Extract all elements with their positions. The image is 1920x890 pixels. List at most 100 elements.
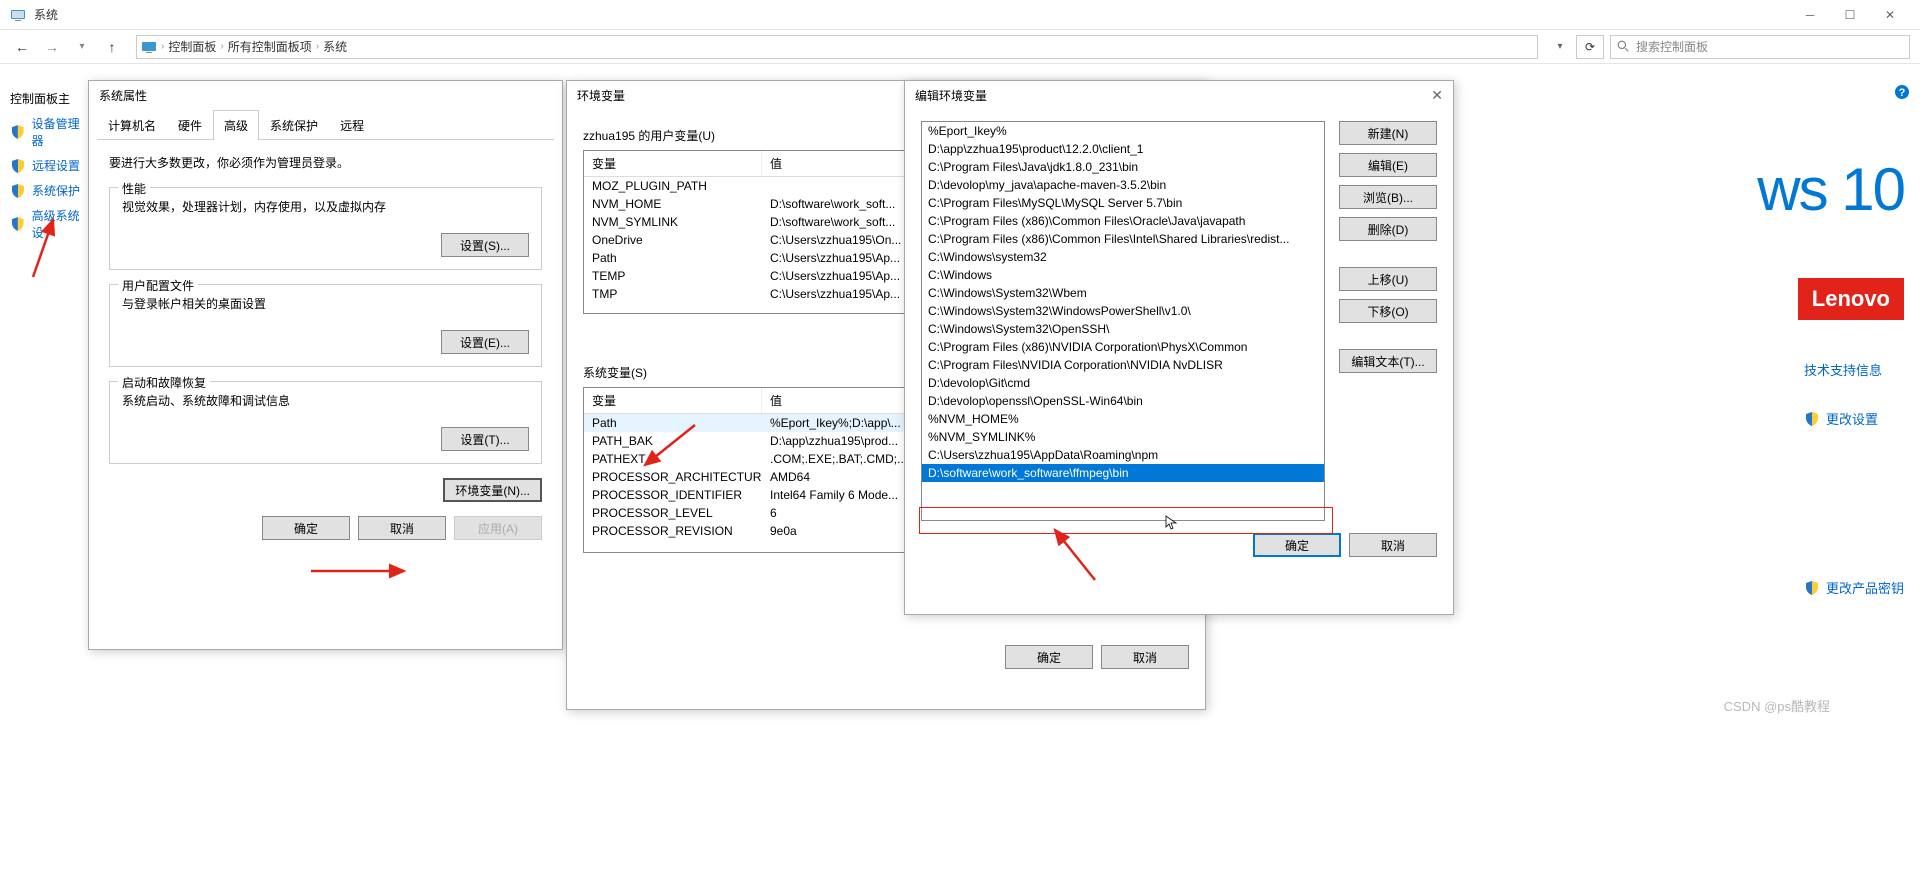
startup-settings-button[interactable]: 设置(T)... xyxy=(441,427,529,451)
list-item[interactable]: C:\Program Files (x86)\NVIDIA Corporatio… xyxy=(922,338,1324,356)
new-button[interactable]: 新建(N) xyxy=(1339,121,1437,145)
group-desc: 系统启动、系统故障和调试信息 xyxy=(122,392,529,409)
col-variable[interactable]: 变量 xyxy=(584,388,762,413)
sidebar-link[interactable]: 远程设置 xyxy=(10,157,90,174)
system-icon xyxy=(10,7,26,23)
search-input[interactable]: 搜索控制面板 xyxy=(1610,35,1910,59)
list-item[interactable]: D:\software\work_software\ffmpeg\bin xyxy=(922,464,1324,482)
sidebar-heading: 控制面板主 xyxy=(10,90,90,107)
edit-button[interactable]: 编辑(E) xyxy=(1339,153,1437,177)
search-placeholder: 搜索控制面板 xyxy=(1636,38,1708,55)
ok-button[interactable]: 确定 xyxy=(262,516,350,540)
link-change-key[interactable]: 更改产品密钥 xyxy=(1826,578,1904,597)
browse-button[interactable]: 浏览(B)... xyxy=(1339,185,1437,209)
search-icon xyxy=(1617,40,1630,53)
edit-text-button[interactable]: 编辑文本(T)... xyxy=(1339,349,1437,373)
env-vars-button[interactable]: 环境变量(N)... xyxy=(443,478,542,502)
user-profile-group: 用户配置文件 与登录帐户相关的桌面设置 设置(E)... xyxy=(109,284,542,367)
list-item[interactable]: C:\Users\zzhua195\AppData\Roaming\npm xyxy=(922,446,1324,464)
breadcrumb-sep: › xyxy=(220,41,223,52)
list-item[interactable]: C:\Program Files\MySQL\MySQL Server 5.7\… xyxy=(922,194,1324,212)
startup-group: 启动和故障恢复 系统启动、系统故障和调试信息 设置(T)... xyxy=(109,381,542,464)
breadcrumb-dropdown[interactable]: ▾ xyxy=(1550,35,1570,59)
list-item[interactable]: C:\Program Files\NVIDIA Corporation\NVID… xyxy=(922,356,1324,374)
apply-button[interactable]: 应用(A) xyxy=(454,516,542,540)
close-button[interactable]: ✕ xyxy=(1870,0,1910,30)
sidebar-link[interactable]: 系统保护 xyxy=(10,182,90,199)
annotation-arrow-icon xyxy=(309,561,409,581)
list-item[interactable]: C:\Windows\System32\OpenSSH\ xyxy=(922,320,1324,338)
list-item[interactable]: D:\devolop\my_java\apache-maven-3.5.2\bi… xyxy=(922,176,1324,194)
sidebar-link[interactable]: 设备管理器 xyxy=(10,115,90,149)
admin-note: 要进行大多数更改，你必须作为管理员登录。 xyxy=(109,154,542,171)
tab[interactable]: 计算机名 xyxy=(97,110,167,140)
list-item[interactable]: C:\Program Files (x86)\Common Files\Orac… xyxy=(922,212,1324,230)
maximize-button[interactable]: ☐ xyxy=(1830,0,1870,30)
move-down-button[interactable]: 下移(O) xyxy=(1339,299,1437,323)
right-links: 技术支持信息 更改设置 更改产品密钥 xyxy=(1804,350,1904,607)
group-title: 性能 xyxy=(118,180,150,197)
lenovo-logo: Lenovo xyxy=(1798,278,1904,320)
list-item[interactable]: D:\devolop\Git\cmd xyxy=(922,374,1324,392)
breadcrumb-sep: › xyxy=(316,41,319,52)
group-desc: 与登录帐户相关的桌面设置 xyxy=(122,295,529,312)
ok-button[interactable]: 确定 xyxy=(1005,645,1093,669)
monitor-icon xyxy=(141,39,157,55)
list-item[interactable]: C:\Windows\System32\Wbem xyxy=(922,284,1324,302)
profile-settings-button[interactable]: 设置(E)... xyxy=(441,330,529,354)
list-item[interactable]: %NVM_SYMLINK% xyxy=(922,428,1324,446)
path-list[interactable]: %Eport_Ikey%D:\app\zzhua195\product\12.2… xyxy=(921,121,1325,521)
tab[interactable]: 系统保护 xyxy=(259,110,329,140)
refresh-button[interactable]: ⟳ xyxy=(1576,35,1604,59)
navbar: ← → ▾ ↑ › 控制面板 › 所有控制面板项 › 系统 ▾ ⟳ 搜索控制面板 xyxy=(0,30,1920,64)
breadcrumb[interactable]: › 控制面板 › 所有控制面板项 › 系统 xyxy=(136,35,1538,59)
cancel-button[interactable]: 取消 xyxy=(1349,533,1437,557)
list-item[interactable]: C:\Program Files\Java\jdk1.8.0_231\bin xyxy=(922,158,1324,176)
link-support[interactable]: 技术支持信息 xyxy=(1804,360,1882,379)
tab[interactable]: 硬件 xyxy=(167,110,213,140)
shield-icon xyxy=(10,183,26,199)
system-properties-dialog: 系统属性 计算机名硬件高级系统保护远程 要进行大多数更改，你必须作为管理员登录。… xyxy=(88,80,563,650)
list-item[interactable]: %NVM_HOME% xyxy=(922,410,1324,428)
nav-history-dropdown[interactable]: ▾ xyxy=(70,35,94,59)
delete-button[interactable]: 删除(D) xyxy=(1339,217,1437,241)
nav-back-button[interactable]: ← xyxy=(10,35,34,59)
crumb-3[interactable]: 系统 xyxy=(323,38,347,55)
list-item[interactable]: C:\Windows\System32\WindowsPowerShell\v1… xyxy=(922,302,1324,320)
shield-icon xyxy=(10,216,26,232)
ok-button[interactable]: 确定 xyxy=(1253,533,1341,557)
perf-settings-button[interactable]: 设置(S)... xyxy=(441,233,529,257)
group-title: 用户配置文件 xyxy=(118,277,198,294)
tabs: 计算机名硬件高级系统保护远程 xyxy=(97,109,554,140)
help-icon[interactable]: ? xyxy=(1894,84,1910,103)
sidebar-link[interactable]: 高级系统设 xyxy=(10,207,90,241)
titlebar: 系统 ─ ☐ ✕ xyxy=(0,0,1920,30)
group-desc: 视觉效果，处理器计划，内存使用，以及虚拟内存 xyxy=(122,198,529,215)
tab[interactable]: 高级 xyxy=(213,110,259,140)
move-up-button[interactable]: 上移(U) xyxy=(1339,267,1437,291)
list-item[interactable]: %Eport_Ikey% xyxy=(922,122,1324,140)
minimize-button[interactable]: ─ xyxy=(1790,0,1830,30)
performance-group: 性能 视觉效果，处理器计划，内存使用，以及虚拟内存 设置(S)... xyxy=(109,187,542,270)
list-item[interactable]: D:\devolop\openssl\OpenSSL-Win64\bin xyxy=(922,392,1324,410)
list-item[interactable]: C:\Windows xyxy=(922,266,1324,284)
close-button[interactable]: ✕ xyxy=(1431,87,1443,104)
group-title: 启动和故障恢复 xyxy=(118,374,210,391)
dialog-title: 系统属性 xyxy=(89,81,562,109)
list-item[interactable]: D:\app\zzhua195\product\12.2.0\client_1 xyxy=(922,140,1324,158)
crumb-1[interactable]: 控制面板 xyxy=(168,38,216,55)
dialog-title: 编辑环境变量 xyxy=(915,87,987,104)
list-item[interactable]: C:\Program Files (x86)\Common Files\Inte… xyxy=(922,230,1324,248)
nav-up-button[interactable]: ↑ xyxy=(100,35,124,59)
crumb-2[interactable]: 所有控制面板项 xyxy=(228,38,312,55)
list-item[interactable]: C:\Windows\system32 xyxy=(922,248,1324,266)
cancel-button[interactable]: 取消 xyxy=(1101,645,1189,669)
nav-forward-button[interactable]: → xyxy=(40,35,64,59)
control-panel-sidebar: 控制面板主 设备管理器远程设置系统保护高级系统设 xyxy=(10,90,90,249)
link-change-settings[interactable]: 更改设置 xyxy=(1826,409,1878,428)
window-title: 系统 xyxy=(34,6,1790,23)
col-variable[interactable]: 变量 xyxy=(584,151,762,176)
cancel-button[interactable]: 取消 xyxy=(358,516,446,540)
tab[interactable]: 远程 xyxy=(329,110,375,140)
watermark: CSDN @ps酷教程 xyxy=(1724,696,1830,715)
